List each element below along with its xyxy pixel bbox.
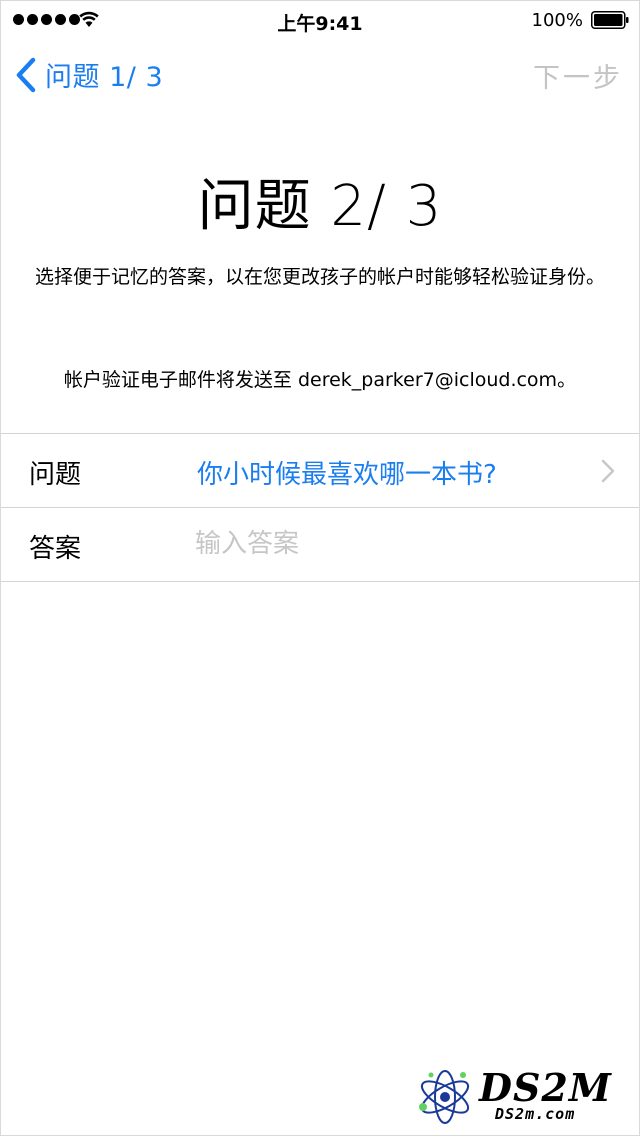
answer-input[interactable] [195, 524, 575, 564]
page-title: 问题 2/ 3 [197, 174, 443, 239]
battery-percentage: 100% [531, 10, 583, 31]
selected-question: 你小时候最喜欢哪一本书? [197, 460, 497, 490]
email-note-text: 帐户验证电子邮件将发送至 derek_parker7@icloud.com。 [63, 369, 577, 391]
battery-full-icon [591, 11, 629, 29]
security-question-form: 问题 你小时候最喜欢哪一本书? 答案 [1, 433, 639, 582]
status-bar: 上午9:41 100% [1, 1, 639, 41]
atom-logo-icon [419, 1070, 470, 1124]
watermark-site: DS2m.com [495, 1105, 576, 1123]
watermark-brand: DS2M [479, 1065, 612, 1110]
question-label: 问题 [29, 460, 82, 490]
back-button[interactable]: 问题 1/ 3 [15, 55, 163, 94]
watermark-logo: DS2M DS2m.com [413, 1063, 625, 1129]
screen: 上午9:41 100% 问题 1/ 3 下一步 问题 2/ 3 选择便于记忆的答… [0, 0, 640, 1136]
instructions-text: 选择便于记忆的答案，以在您更改孩子的帐户时能够轻松验证身份。 [34, 266, 605, 288]
next-button[interactable]: 下一步 [533, 56, 623, 95]
question-row[interactable]: 问题 你小时候最喜欢哪一本书? [1, 433, 639, 507]
answer-row: 答案 [1, 507, 639, 582]
back-button-label: 问题 1/ 3 [45, 62, 164, 93]
navigation-bar: 问题 1/ 3 下一步 [1, 41, 639, 107]
chevron-right-icon [601, 459, 615, 483]
answer-label: 答案 [29, 534, 82, 564]
chevron-left-icon [16, 57, 36, 92]
